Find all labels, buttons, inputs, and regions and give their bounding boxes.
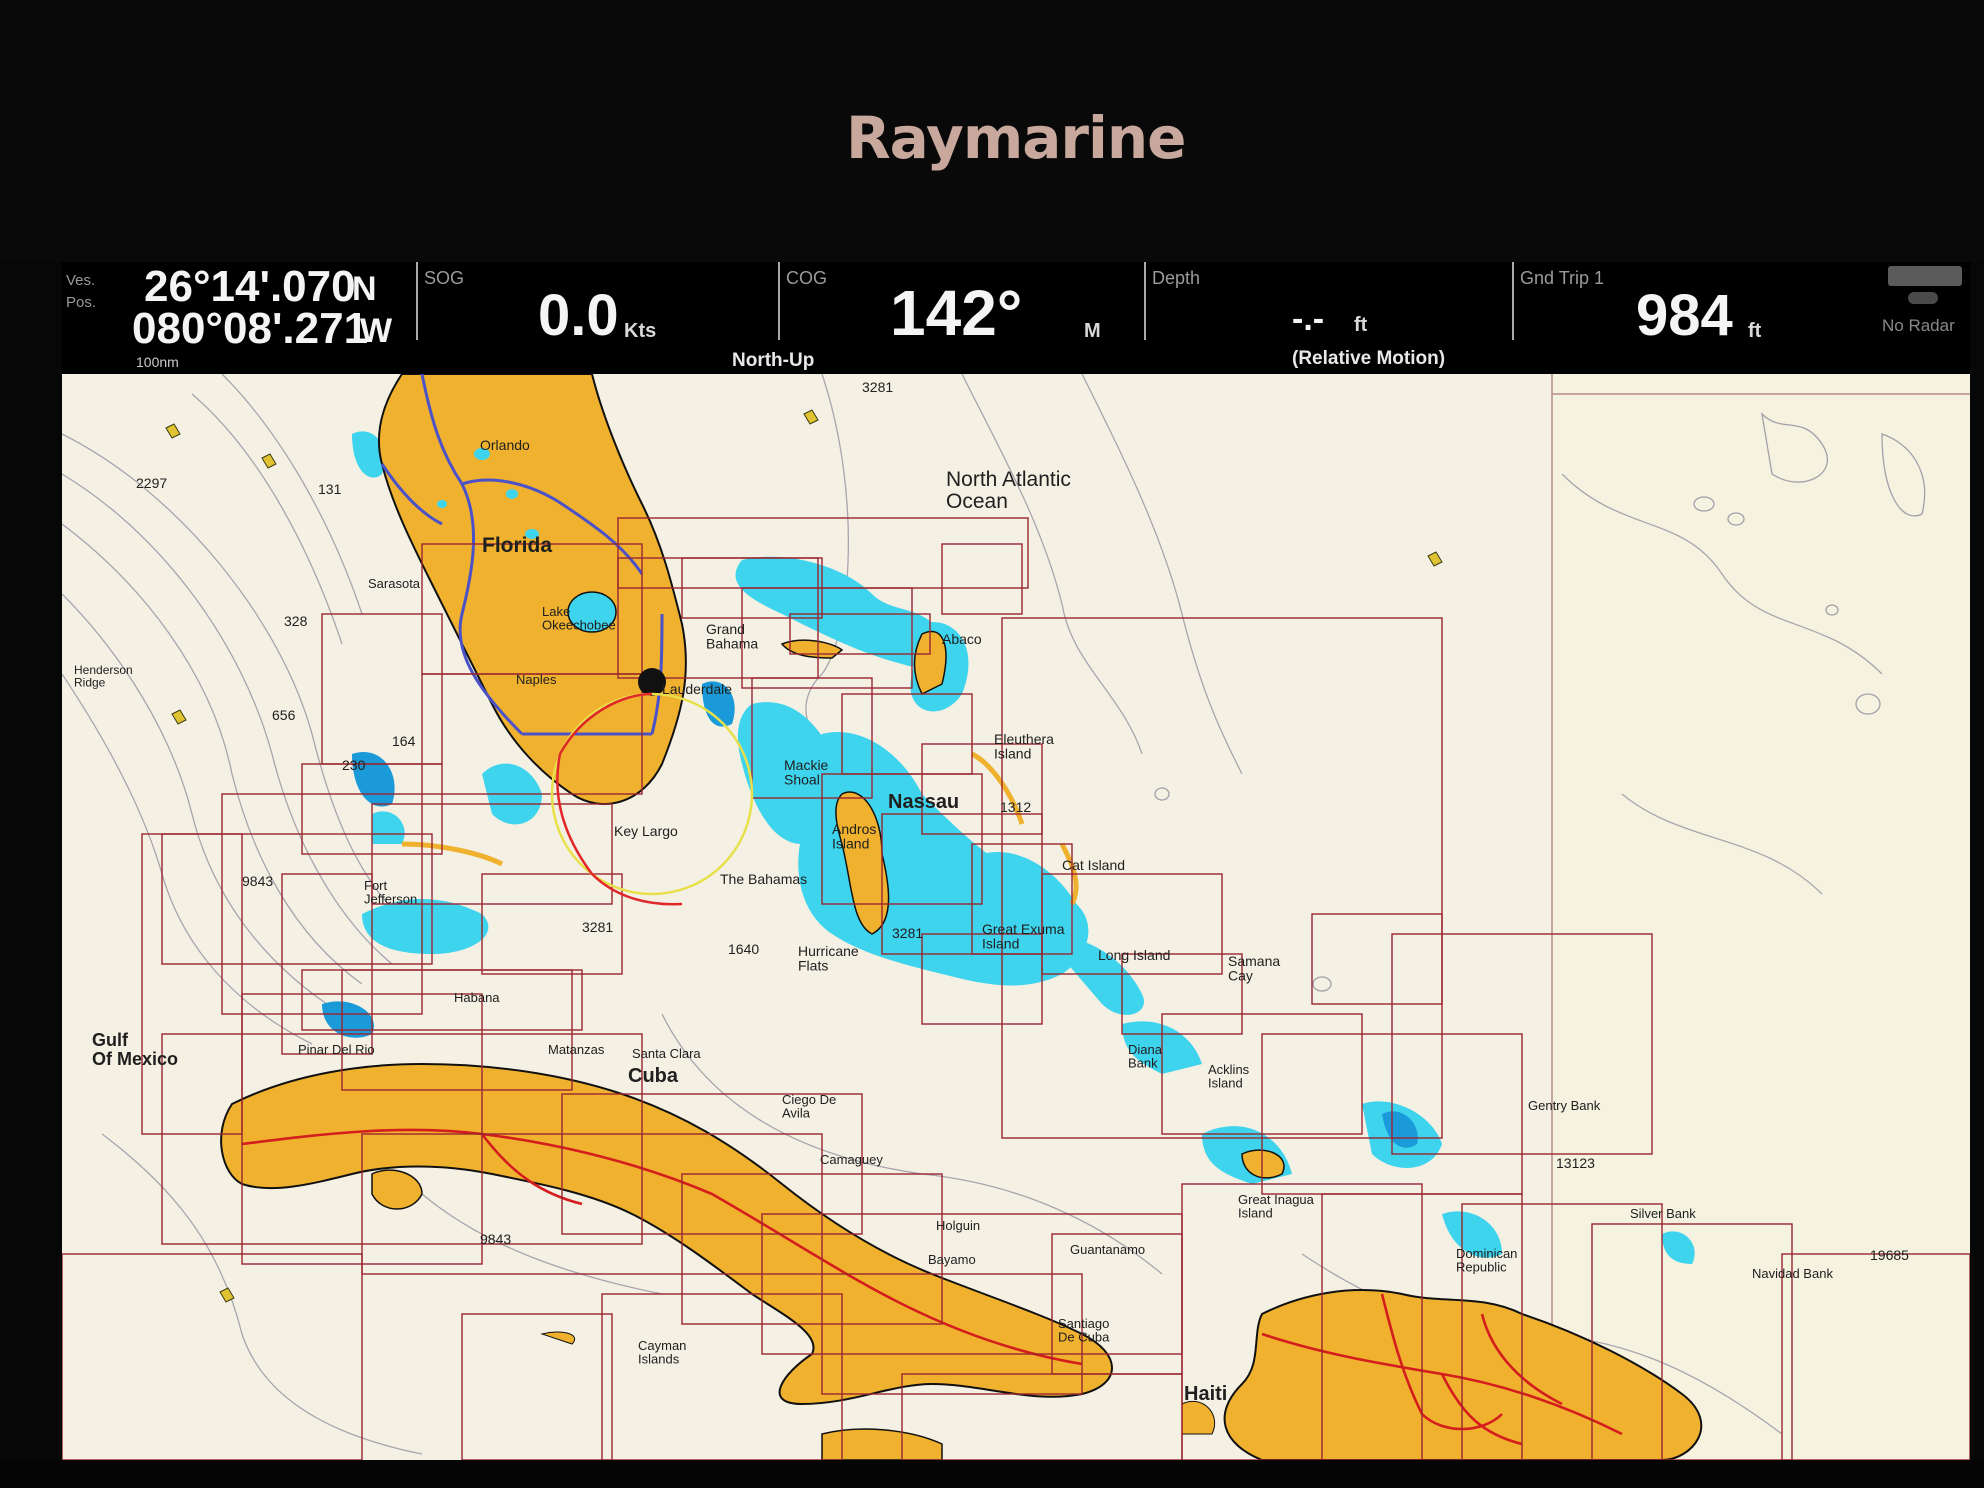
separator <box>1512 262 1514 340</box>
label-pinar: Pinar Del Rio <box>298 1042 375 1057</box>
sog-value: 0.0 <box>538 283 619 348</box>
label-matanzas: Matanzas <box>548 1042 605 1057</box>
label-nassau: Nassau <box>888 791 959 813</box>
cog-unit: M <box>1084 320 1101 342</box>
depth-value: -.- <box>1292 300 1325 338</box>
depth-sounding: 164 <box>392 733 416 749</box>
separator <box>416 262 418 340</box>
depth-sounding: 328 <box>284 613 308 629</box>
label-santa-clara: Santa Clara <box>632 1046 701 1061</box>
depth-label: Depth <box>1152 268 1201 288</box>
depth-sounding: 3281 <box>582 919 613 935</box>
label-diana: Diana Bank <box>1128 1042 1163 1071</box>
label-camaguey: Camaguey <box>820 1152 883 1167</box>
label-orlando: Orlando <box>480 437 530 453</box>
label-florida: Florida <box>482 534 552 557</box>
position-label-1: Ves. <box>66 272 96 289</box>
label-bayamo: Bayamo <box>928 1252 976 1267</box>
depth-sounding: 2297 <box>136 475 167 491</box>
motion-mode: (Relative Motion) <box>1292 348 1446 369</box>
depth-sounding: 656 <box>272 707 296 723</box>
label-gentry: Gentry Bank <box>1528 1098 1601 1113</box>
label-lauderdale: Lauderdale <box>662 681 732 697</box>
scale-label: 100nm <box>136 354 179 370</box>
trip-label: Gnd Trip 1 <box>1520 268 1605 288</box>
radar-cell[interactable]: No Radar <box>1880 262 1970 374</box>
depth-sounding: 1312 <box>1000 799 1031 815</box>
label-long-island: Long Island <box>1098 947 1170 963</box>
label-abaco: Abaco <box>942 631 982 647</box>
label-cat-island: Cat Island <box>1062 857 1125 873</box>
brand-logo: Raymarine <box>846 104 1187 172</box>
chart-canvas[interactable]: North Atlantic Ocean Florida Nassau Cuba … <box>62 374 1970 1460</box>
sog-unit: Kts <box>624 320 657 342</box>
radar-status: No Radar <box>1882 316 1955 335</box>
device-bezel-bottom <box>0 1460 1984 1488</box>
data-bar: Ves. Pos. 26°14'.070 N 080°08'.271 W 100… <box>62 262 1970 374</box>
label-silver: Silver Bank <box>1630 1206 1696 1221</box>
label-sarasota: Sarasota <box>368 576 421 591</box>
label-key-largo: Key Largo <box>614 823 678 839</box>
label-santiago: Santiago De Cuba <box>1058 1316 1110 1345</box>
label-cuba: Cuba <box>628 1065 679 1087</box>
depth-sounding: 3281 <box>862 379 893 395</box>
separator <box>778 262 780 340</box>
label-naples: Naples <box>516 672 557 687</box>
position-cell[interactable]: Ves. Pos. 26°14'.070 N 080°08'.271 W 100… <box>62 262 418 374</box>
label-holguin: Holguin <box>936 1218 980 1233</box>
trip-unit: ft <box>1748 320 1762 342</box>
label-cayman: Cayman Islands <box>638 1338 686 1367</box>
cog-label: COG <box>786 268 828 288</box>
depth-sounding: 9843 <box>242 873 273 889</box>
longitude-value: 080°08'.271 <box>132 304 369 353</box>
radar-icon-dish <box>1908 292 1938 304</box>
label-habana: Habana <box>454 990 500 1005</box>
trip-value: 984 <box>1636 283 1733 348</box>
device-bezel: Raymarine <box>0 0 1984 262</box>
position-label-2: Pos. <box>66 294 97 311</box>
trip-cell[interactable]: Gnd Trip 1 984 ft <box>1516 262 1896 374</box>
cog-cell[interactable]: COG 142° M <box>782 262 1150 374</box>
depth-cell[interactable]: Depth -.- ft (Relative Motion) <box>1148 262 1508 374</box>
depth-sounding: 230 <box>342 757 366 773</box>
depth-sounding: 19685 <box>1870 1247 1909 1263</box>
radar-icon <box>1888 266 1962 286</box>
separator <box>1144 262 1146 340</box>
depth-sounding: 1640 <box>728 941 759 957</box>
sog-label: SOG <box>424 268 465 288</box>
label-guantanamo: Guantanamo <box>1070 1242 1145 1257</box>
label-navidad: Navidad Bank <box>1752 1266 1833 1281</box>
label-haiti: Haiti <box>1184 1383 1227 1405</box>
longitude-hemisphere: W <box>360 312 393 350</box>
depth-unit: ft <box>1354 314 1368 336</box>
chart-outside-area <box>1552 374 1970 1460</box>
depth-sounding: 3281 <box>892 925 923 941</box>
sog-cell[interactable]: SOG 0.0 Kts <box>420 262 776 374</box>
chart-view[interactable]: North Atlantic Ocean Florida Nassau Cuba … <box>62 374 1970 1460</box>
depth-sounding: 9843 <box>480 1231 511 1247</box>
cog-value: 142° <box>890 277 1023 349</box>
depth-sounding: 13123 <box>1556 1155 1595 1171</box>
label-the-bahamas: The Bahamas <box>720 871 807 887</box>
depth-sounding: 131 <box>318 481 342 497</box>
